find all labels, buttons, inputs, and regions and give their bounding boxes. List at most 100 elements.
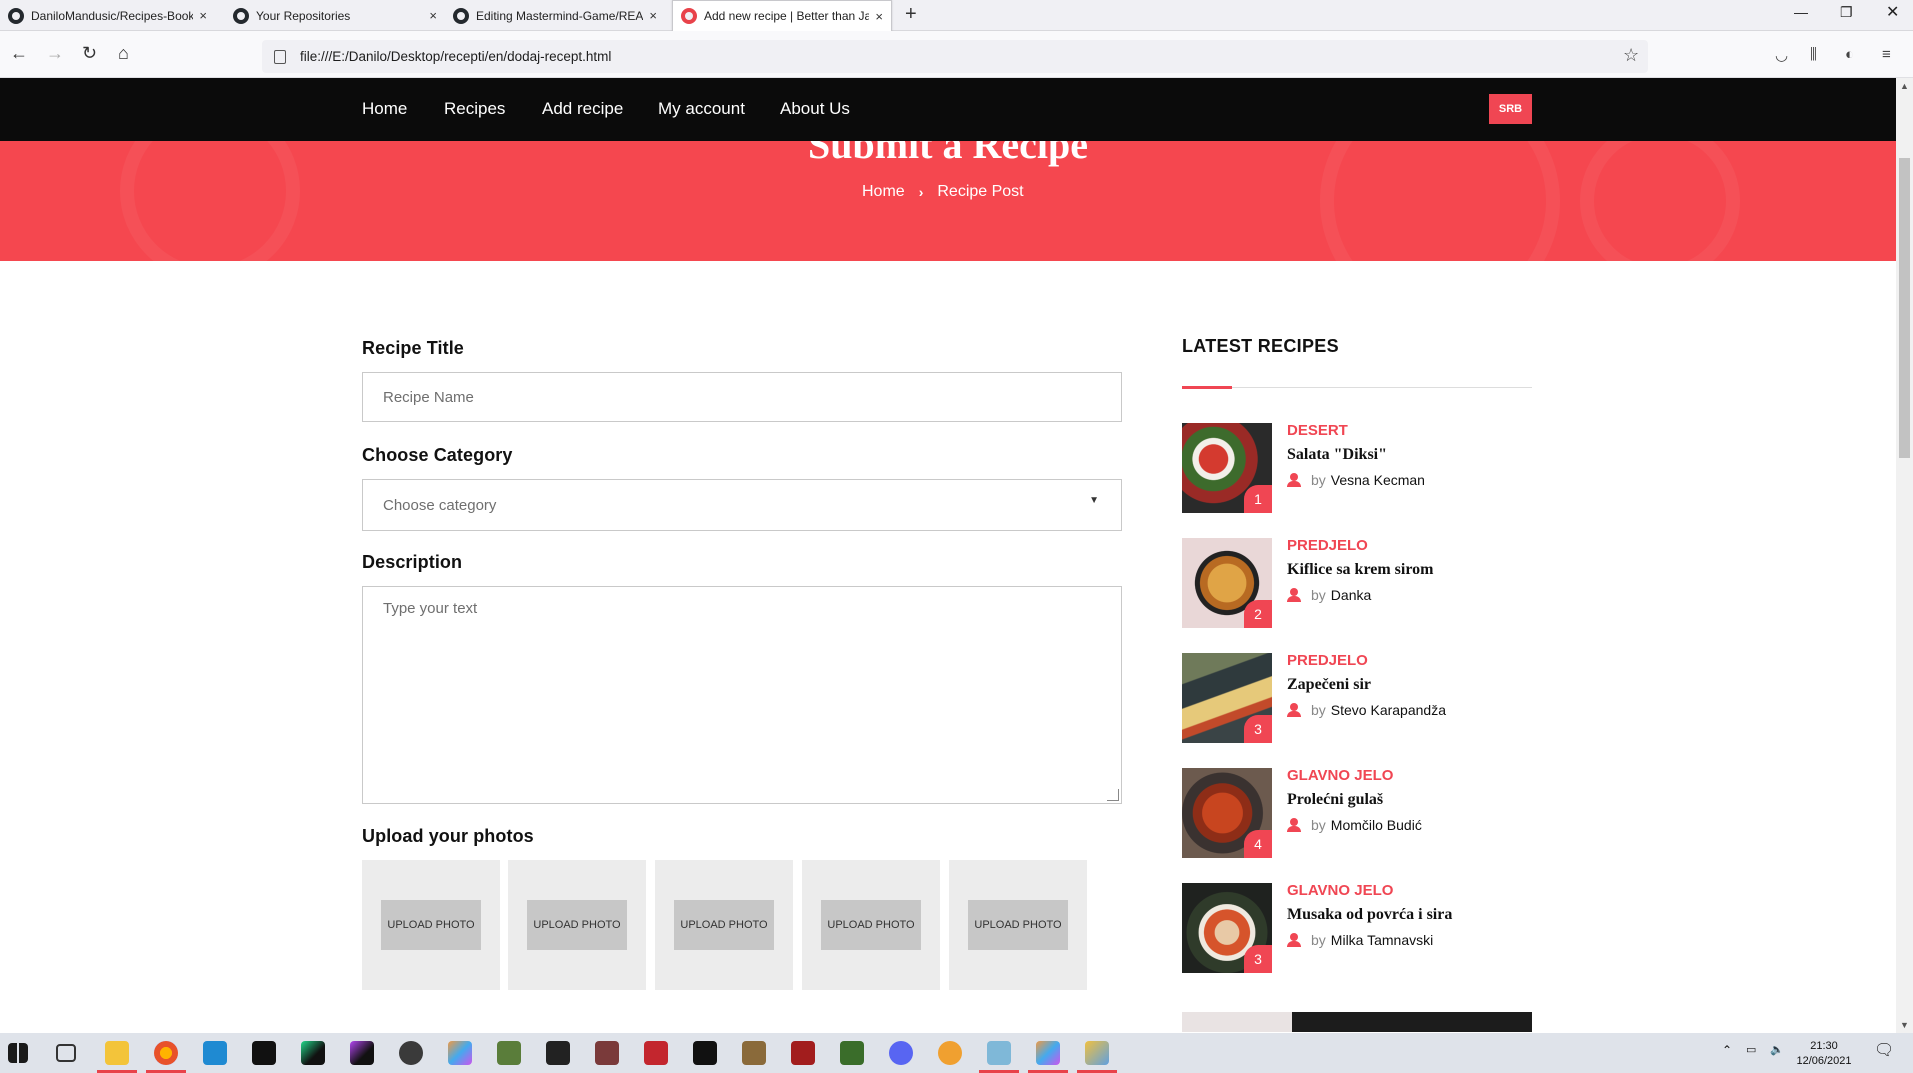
recipe-category[interactable]: DESERT [1287, 422, 1348, 439]
recipe-name[interactable]: Kiflice sa krem sirom [1287, 561, 1434, 579]
start-icon[interactable] [8, 1043, 28, 1063]
restore-icon[interactable]: ❐ [1840, 4, 1853, 21]
back-icon[interactable]: ← [10, 43, 28, 64]
page-icon [274, 49, 286, 64]
recipe-category[interactable]: GLAVNO JELO [1287, 882, 1393, 899]
notifications-icon[interactable]: 🗨 [1874, 1043, 1894, 1059]
app-icon[interactable] [742, 1041, 766, 1065]
phpstorm-icon[interactable] [350, 1041, 374, 1065]
recipe-card[interactable]: 3 GLAVNO JELO Musaka od povrća i sira by… [1182, 882, 1542, 975]
close-tab-icon[interactable]: × [643, 8, 657, 23]
recipe-category[interactable]: PREDJELO [1287, 652, 1368, 669]
upload-photo-button[interactable]: UPLOAD PHOTO [968, 900, 1068, 950]
close-tab-icon[interactable]: × [869, 9, 883, 24]
nav-add-recipe[interactable]: Add recipe [542, 99, 623, 119]
windows-taskbar: ⌃ ▭ 🔈 21:30 12/06/2021 🗨 [0, 1033, 1913, 1073]
nav-about-us[interactable]: About Us [780, 99, 850, 119]
firefox-icon[interactable] [154, 1041, 178, 1065]
upload-photo-button[interactable]: UPLOAD PHOTO [821, 900, 921, 950]
recipe-category[interactable]: PREDJELO [1287, 537, 1368, 554]
nav-home[interactable]: Home [362, 99, 407, 119]
browser-tab-active[interactable]: Add new recipe | Better than Jar × [672, 0, 892, 31]
tray-chevron-up-icon[interactable]: ⌃ [1722, 1043, 1732, 1058]
browser-tab[interactable]: Your Repositories × [225, 0, 445, 31]
page-hero: Submit a Recipe Home › Recipe Post [0, 141, 1896, 261]
recipe-card[interactable]: 2 PREDJELO Kiflice sa krem sirom by Danka [1182, 537, 1542, 630]
description-textarea[interactable]: Type your text [362, 586, 1122, 804]
github-icon [453, 7, 469, 24]
app-icon[interactable] [791, 1041, 815, 1065]
angular-icon[interactable] [644, 1041, 668, 1065]
account-icon[interactable]: ◐ [1845, 46, 1854, 63]
home-icon[interactable]: ⌂ [118, 43, 129, 64]
close-window-icon[interactable]: ✕ [1886, 2, 1899, 22]
scroll-down-icon[interactable]: ▼ [1900, 1020, 1909, 1030]
discord-icon[interactable] [889, 1041, 913, 1065]
divider [1182, 387, 1532, 388]
app-icon[interactable] [840, 1041, 864, 1065]
recipe-category[interactable]: GLAVNO JELO [1287, 767, 1393, 784]
recipe-card[interactable]: 3 PREDJELO Zapečeni sir by Stevo Karapand… [1182, 652, 1542, 745]
minimize-icon[interactable]: — [1794, 4, 1808, 20]
resize-handle-icon[interactable] [1107, 789, 1119, 801]
new-tab-icon[interactable]: + [905, 3, 917, 26]
menu-icon[interactable]: ≡ [1882, 46, 1891, 63]
file-explorer-icon[interactable] [105, 1041, 129, 1065]
recipe-author-line: by Danka [1287, 587, 1371, 603]
scroll-up-icon[interactable]: ▲ [1900, 81, 1909, 91]
nav-recipes[interactable]: Recipes [444, 99, 505, 119]
site-favicon-icon [681, 8, 697, 24]
banner-left [1182, 1012, 1292, 1032]
scrollbar-thumb[interactable] [1899, 158, 1910, 458]
paint-icon[interactable] [1085, 1041, 1109, 1065]
recipe-name[interactable]: Salata "Diksi" [1287, 446, 1387, 464]
recipe-name[interactable]: Prolećni gulaš [1287, 791, 1383, 809]
nav-my-account[interactable]: My account [658, 99, 745, 119]
app-icon[interactable] [693, 1041, 717, 1065]
recipe-name[interactable]: Musaka od povrća i sira [1287, 906, 1452, 924]
breadcrumb-home[interactable]: Home [862, 183, 905, 201]
app-icon[interactable] [987, 1041, 1011, 1065]
network-icon[interactable]: ▭ [1746, 1043, 1756, 1058]
upload-photo-button[interactable]: UPLOAD PHOTO [381, 900, 481, 950]
close-tab-icon[interactable]: × [193, 8, 207, 23]
app-icon[interactable] [938, 1041, 962, 1065]
recipe-card[interactable]: 1 DESERT Salata "Diksi" by Vesna Kecman [1182, 422, 1542, 515]
url-bar[interactable]: file:///E:/Danilo/Desktop/recepti/en/dod… [262, 40, 1648, 73]
pycharm-icon[interactable] [301, 1041, 325, 1065]
browser-tab[interactable]: Editing Mastermind-Game/READ × [445, 0, 665, 31]
by-label: by [1311, 932, 1326, 948]
app-icon[interactable] [595, 1041, 619, 1065]
recipe-card[interactable]: 4 GLAVNO JELO Prolećni gulaš by Momčilo B… [1182, 767, 1542, 860]
android-studio-icon[interactable] [399, 1041, 423, 1065]
language-button[interactable]: SRB [1489, 94, 1532, 124]
volume-icon[interactable]: 🔈 [1770, 1043, 1784, 1058]
library-icon[interactable]: ⫼ [1810, 46, 1817, 63]
bookmark-star-icon[interactable]: ☆ [1623, 45, 1639, 66]
recipe-title-input[interactable]: Recipe Name [362, 372, 1122, 422]
upload-slot: UPLOAD PHOTO [655, 860, 793, 990]
recipe-name[interactable]: Zapečeni sir [1287, 676, 1371, 694]
forward-icon[interactable]: → [46, 43, 64, 64]
page-scrollbar[interactable]: ▲ ▼ [1896, 78, 1913, 1033]
category-label: Choose Category [362, 445, 513, 465]
app-icon[interactable] [448, 1041, 472, 1065]
upload-slot: UPLOAD PHOTO [802, 860, 940, 990]
category-select[interactable]: Choose category ▼ [362, 479, 1122, 531]
intellij-icon[interactable] [252, 1041, 276, 1065]
app-icon[interactable] [546, 1041, 570, 1065]
minecraft-icon[interactable] [497, 1041, 521, 1065]
app-icon[interactable] [1036, 1041, 1060, 1065]
close-tab-icon[interactable]: × [423, 8, 437, 23]
url-text: file:///E:/Danilo/Desktop/recepti/en/dod… [300, 49, 612, 64]
reload-icon[interactable]: ↻ [82, 43, 97, 64]
clock[interactable]: 21:30 12/06/2021 [1788, 1039, 1860, 1069]
github-icon [233, 7, 249, 24]
upload-photo-button[interactable]: UPLOAD PHOTO [674, 900, 774, 950]
upload-photo-button[interactable]: UPLOAD PHOTO [527, 900, 627, 950]
pocket-icon[interactable]: ◡ [1775, 46, 1788, 64]
task-view-icon[interactable] [56, 1044, 76, 1062]
vscode-icon[interactable] [203, 1041, 227, 1065]
rank-badge: 3 [1244, 715, 1272, 743]
browser-tab[interactable]: DaniloMandusic/Recipes-Book × [0, 0, 215, 31]
